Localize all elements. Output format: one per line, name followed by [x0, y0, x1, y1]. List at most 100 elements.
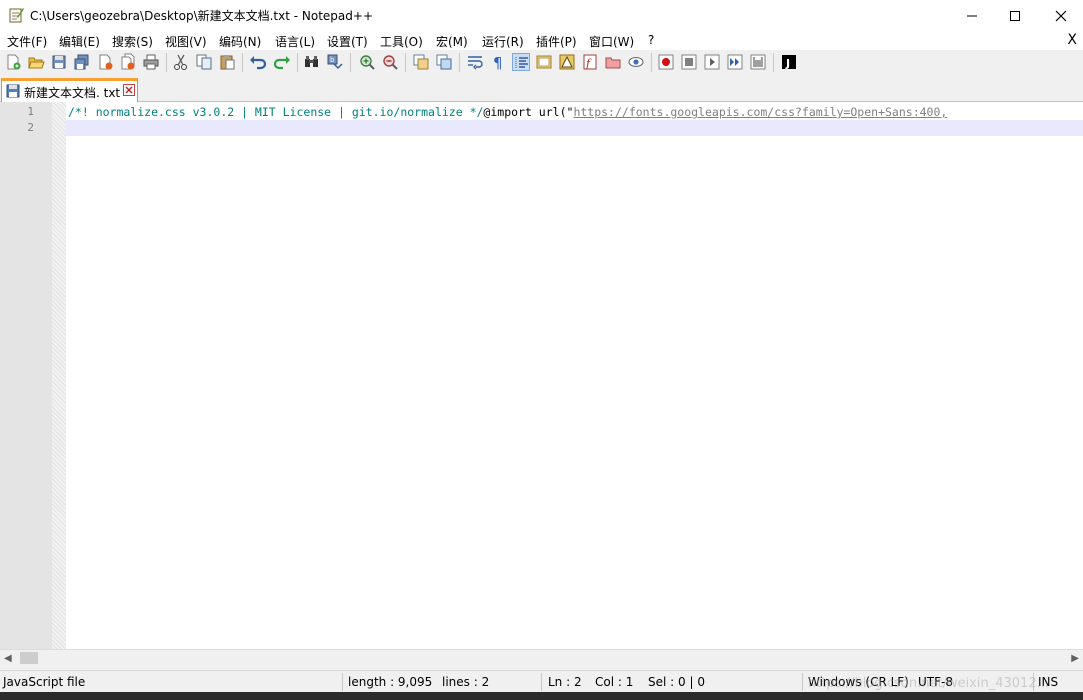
tab-close-icon[interactable]	[123, 84, 135, 96]
svg-text:b: b	[330, 56, 335, 64]
minimize-icon	[967, 15, 977, 16]
language-icon[interactable]	[535, 53, 553, 71]
menu-encoding[interactable]: 编码(N)	[219, 33, 261, 50]
monitor-icon[interactable]	[627, 53, 645, 71]
close-all-icon[interactable]	[119, 53, 137, 71]
menu-settings[interactable]: 设置(T)	[327, 33, 368, 50]
minimize-button[interactable]	[949, 0, 995, 31]
fold-margin	[52, 102, 66, 649]
window-title: C:\Users\geozebra\Desktop\新建文本文档.txt - N…	[30, 9, 374, 23]
menu-help[interactable]: ?	[648, 33, 654, 47]
line-number: 1	[27, 105, 34, 118]
scroll-left-icon[interactable]: ◀	[4, 653, 12, 664]
stop-macro-icon[interactable]	[680, 53, 698, 71]
menu-run[interactable]: 运行(R)	[482, 33, 524, 50]
print-icon[interactable]	[142, 53, 160, 71]
tab-bar: 新建文本文档. txt	[0, 75, 1083, 102]
play-macro-icon[interactable]	[703, 53, 721, 71]
jstool-icon[interactable]: J	[780, 53, 798, 71]
scroll-right-icon[interactable]: ▶	[1071, 653, 1079, 664]
toolbar: b ¶ f J	[0, 50, 1083, 75]
zoom-out-icon[interactable]	[381, 53, 399, 71]
import-statement: @import url("	[483, 105, 574, 119]
line-number-gutter: 1 2	[0, 102, 52, 649]
toolbar-separator	[297, 53, 298, 72]
font-url-link[interactable]: https://fonts.googleapis.com/css?family=…	[573, 105, 947, 119]
paste-icon[interactable]	[218, 53, 236, 71]
watermark-text: https://blog.csdn.net/weixin_43012...	[807, 676, 1049, 691]
undo-icon[interactable]	[249, 53, 267, 71]
status-bar: JavaScript file length : 9,095 lines : 2…	[0, 670, 1083, 692]
notepad-window: C:\Users\geozebra\Desktop\新建文本文档.txt - N…	[0, 0, 1083, 700]
run-macro-multiple-icon[interactable]	[726, 53, 744, 71]
save-icon[interactable]	[50, 53, 68, 71]
copy-icon[interactable]	[195, 53, 213, 71]
toolbar-separator	[773, 53, 774, 72]
menu-tools[interactable]: 工具(O)	[380, 33, 423, 50]
css-comment: /*! normalize.css v3.0.2 | MIT License |…	[68, 105, 484, 119]
save-all-icon[interactable]	[73, 53, 91, 71]
status-lines: lines : 2	[442, 675, 490, 689]
toolbar-separator	[459, 53, 460, 72]
status-line-number: Ln : 2	[548, 675, 582, 689]
cut-icon[interactable]	[172, 53, 190, 71]
status-separator	[802, 673, 803, 691]
menu-bar: 文件(F) 编辑(E) 搜索(S) 视图(V) 编码(N) 语言(L) 设置(T…	[0, 31, 1083, 50]
close-file-icon[interactable]	[96, 53, 114, 71]
sync-horizontal-icon[interactable]	[435, 53, 453, 71]
tab-label: 新建文本文档. txt	[24, 86, 121, 100]
find-icon[interactable]	[303, 53, 321, 71]
save-macro-icon[interactable]	[749, 53, 767, 71]
svg-text:¶: ¶	[493, 54, 503, 71]
record-macro-icon[interactable]	[657, 53, 675, 71]
menu-file[interactable]: 文件(F)	[7, 33, 47, 50]
notepad-app-icon	[8, 7, 24, 23]
zoom-in-icon[interactable]	[358, 53, 376, 71]
sync-vertical-icon[interactable]	[412, 53, 430, 71]
menu-window[interactable]: 窗口(W)	[589, 33, 634, 50]
status-separator	[541, 673, 542, 691]
doc-map-icon[interactable]	[558, 53, 576, 71]
code-text[interactable]: /*! normalize.css v3.0.2 | MIT License |…	[66, 102, 1083, 649]
maximize-icon	[1010, 10, 1020, 21]
menu-macro[interactable]: 宏(M)	[436, 33, 468, 50]
new-file-icon[interactable]	[4, 53, 22, 71]
replace-icon[interactable]: b	[326, 53, 344, 71]
line-number: 2	[27, 121, 34, 134]
menu-view[interactable]: 视图(V)	[165, 33, 207, 50]
toolbar-separator	[166, 53, 167, 72]
indent-guide-icon[interactable]	[512, 53, 530, 71]
title-bar: C:\Users\geozebra\Desktop\新建文本文档.txt - N…	[0, 0, 1083, 31]
redo-icon[interactable]	[273, 53, 291, 71]
close-icon	[1055, 10, 1067, 21]
menu-search[interactable]: 搜索(S)	[112, 33, 153, 50]
menu-edit[interactable]: 编辑(E)	[59, 33, 100, 50]
status-selection: Sel : 0 | 0	[648, 675, 705, 689]
toolbar-separator	[350, 53, 351, 72]
toolbar-separator	[651, 53, 652, 72]
function-list-icon[interactable]: f	[581, 53, 599, 71]
code-line-1: /*! normalize.css v3.0.2 | MIT License |…	[68, 104, 947, 120]
current-line-highlight	[66, 120, 1083, 136]
editor-area[interactable]: 1 2 /*! normalize.css v3.0.2 | MIT Licen…	[0, 102, 1083, 649]
close-window-button[interactable]	[1038, 0, 1083, 31]
status-length: length : 9,095	[348, 675, 433, 689]
toolbar-separator	[242, 53, 243, 72]
svg-text:J: J	[785, 57, 790, 70]
maximize-button[interactable]	[992, 0, 1038, 31]
status-separator	[342, 673, 343, 691]
toolbar-separator	[405, 53, 406, 72]
menu-language[interactable]: 语言(L)	[275, 33, 315, 50]
horizontal-scrollbar[interactable]: ◀ ▶	[0, 649, 1083, 666]
close-document-button[interactable]: X	[1067, 32, 1077, 48]
open-file-icon[interactable]	[27, 53, 45, 71]
folder-workspace-icon[interactable]	[604, 53, 622, 71]
menu-plugins[interactable]: 插件(P)	[536, 33, 577, 50]
scroll-thumb[interactable]	[20, 652, 38, 664]
word-wrap-icon[interactable]	[466, 53, 484, 71]
tab-document[interactable]: 新建文本文档. txt	[1, 78, 138, 102]
saved-file-icon	[6, 84, 20, 98]
taskbar-edge	[0, 692, 1083, 700]
show-all-chars-icon[interactable]: ¶	[489, 53, 507, 71]
status-column: Col : 1	[595, 675, 634, 689]
